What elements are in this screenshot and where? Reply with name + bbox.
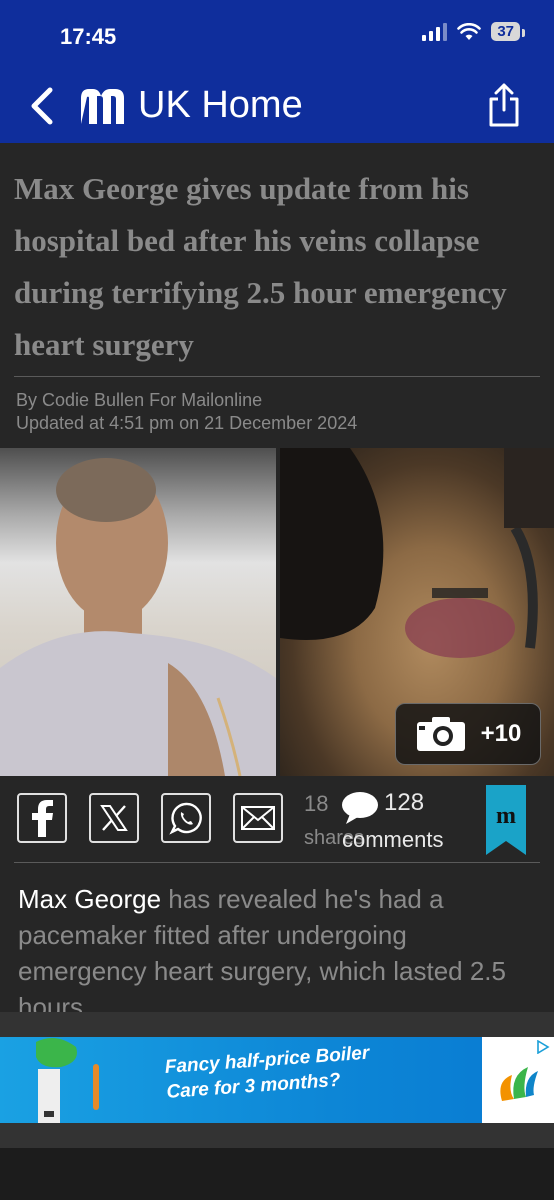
svg-text:m: m <box>496 803 516 829</box>
whatsapp-share-button[interactable] <box>161 793 211 843</box>
nav-title: UK Home <box>138 84 303 126</box>
bookmark-icon[interactable]: m <box>486 785 526 855</box>
gallery-count: +10 <box>480 720 522 747</box>
article-content: Max George gives update from his hospita… <box>0 143 554 1012</box>
signal-icon <box>422 22 448 41</box>
bottom-bar <box>0 1148 554 1200</box>
lead-name-link[interactable]: Max George <box>18 884 161 914</box>
divider <box>14 862 540 863</box>
email-share-button[interactable] <box>233 793 283 843</box>
boiler-illustration <box>36 1038 99 1123</box>
author[interactable]: By Codie Bullen For Mailonline <box>16 389 357 412</box>
article-lead: Max George has revealed he's had a pacem… <box>18 881 538 1012</box>
x-share-button[interactable] <box>89 793 139 843</box>
email-icon <box>241 806 275 830</box>
chevron-left-icon[interactable] <box>26 86 56 126</box>
share-icon[interactable] <box>486 82 522 128</box>
battery-icon: 37 <box>491 22 525 41</box>
ad-banner[interactable]: Fancy half-price Boiler Care for 3 month… <box>0 1037 554 1123</box>
divider <box>14 376 540 377</box>
comments-label[interactable]: comments <box>342 827 443 853</box>
byline: By Codie Bullen For Mailonline Updated a… <box>16 389 357 435</box>
article-headline: Max George gives update from his hospita… <box>14 171 507 362</box>
status-time: 17:45 <box>60 24 117 49</box>
app-header: 17:45 37 UK Home <box>0 0 554 143</box>
updated-date: Updated at 4:51 pm on 21 December 2024 <box>16 413 358 433</box>
camera-icon <box>416 717 465 751</box>
daily-mail-logo-icon[interactable] <box>78 84 128 128</box>
comment-bubble-icon[interactable] <box>340 791 380 825</box>
status-icons: 37 <box>422 22 525 41</box>
gallery-counter[interactable]: +10 <box>395 703 541 765</box>
comments-count[interactable]: 128 <box>384 789 424 817</box>
article-image-hospital-bed[interactable] <box>0 448 276 776</box>
facebook-share-button[interactable] <box>17 793 67 843</box>
facebook-icon <box>32 800 53 837</box>
ad-text: Fancy half-price Boiler Care for 3 month… <box>164 1041 372 1105</box>
ad-choices-icon[interactable] <box>536 1040 550 1054</box>
shares-count: 18 <box>304 791 329 816</box>
x-icon <box>100 805 128 831</box>
whatsapp-icon <box>169 802 202 835</box>
wifi-icon <box>457 22 482 40</box>
photo-illustration <box>0 458 276 776</box>
